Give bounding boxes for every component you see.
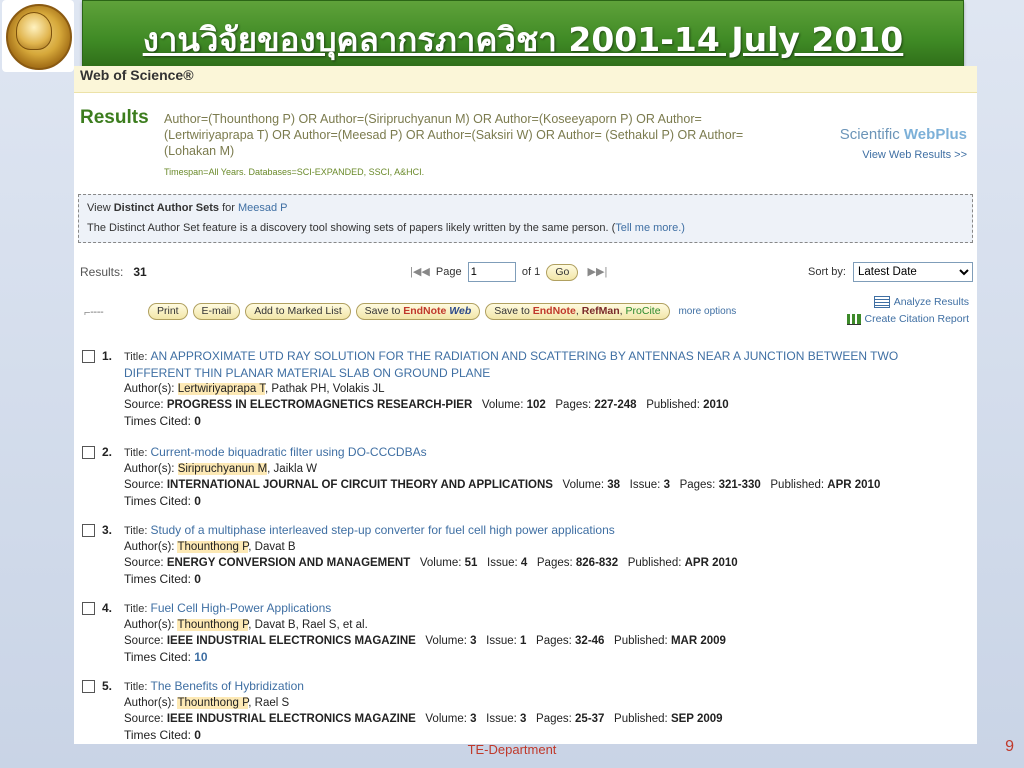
print-button[interactable]: Print	[148, 303, 188, 320]
record-checkbox[interactable]	[82, 524, 95, 537]
seal-emblem	[16, 12, 52, 50]
webplus-logo: Scientific WebPlus	[839, 126, 967, 143]
times-cited-link[interactable]: 10	[194, 650, 207, 664]
sort-by: Sort by: Latest Date	[808, 262, 973, 282]
select-page-icon[interactable]: ⌐╌╌	[84, 306, 104, 319]
slide-title: งานวิจัยของบุคลากรภาควิชา 2001-14 July 2…	[142, 20, 904, 59]
add-to-marked-list-button[interactable]: Add to Marked List	[245, 303, 351, 320]
analyze-results-link[interactable]: Analyze Results	[847, 294, 969, 311]
slide-title-bar: งานวิจัยของบุคลากรภาควิชา 2001-14 July 2…	[82, 0, 964, 68]
record-title-link[interactable]: AN APPROXIMATE UTD RAY SOLUTION FOR THE …	[124, 349, 898, 380]
analyze-icon	[873, 296, 890, 309]
more-options-link[interactable]: more options	[678, 306, 736, 317]
record-title-link[interactable]: Study of a multiphase interleaved step-u…	[151, 523, 615, 537]
search-query: Author=(Thounthong P) OR Author=(Siripru…	[164, 112, 744, 158]
results-count-value: 31	[133, 265, 147, 279]
record-checkbox[interactable]	[82, 350, 95, 363]
distinct-author-sets-box: View Distinct Author Sets for Meesad P T…	[78, 194, 973, 243]
results-count: Results: 31	[80, 265, 147, 279]
create-citation-report-link[interactable]: Create Citation Report	[846, 311, 969, 328]
slide-page-number: 9	[1005, 738, 1014, 755]
wos-header-title: Web of Science®	[80, 67, 194, 83]
record-checkbox[interactable]	[82, 680, 95, 693]
results-heading: Results	[80, 107, 149, 128]
save-to-endnote-web-button[interactable]: Save to EndNote Web	[355, 303, 481, 320]
analysis-links: Analyze Results Create Citation Report	[846, 294, 969, 328]
wos-screenshot-panel: Web of Science® Results Author=(Thountho…	[74, 66, 977, 744]
distinct-line-1: View Distinct Author Sets for Meesad P	[87, 202, 288, 214]
record-title-link[interactable]: The Benefits of Hybridization	[151, 679, 304, 693]
record-title-link[interactable]: Fuel Cell High-Power Applications	[151, 601, 332, 615]
slide-footer: TE-Department	[467, 742, 557, 757]
go-button[interactable]: Go	[546, 263, 579, 281]
distinct-author-sets-link[interactable]: Distinct Author Sets	[114, 202, 219, 214]
scientific-webplus: Scientific WebPlus View Web Results >>	[840, 126, 967, 161]
meesad-author-link[interactable]: Meesad P	[238, 202, 288, 214]
distinct-line-2: The Distinct Author Set feature is a dis…	[87, 222, 685, 234]
view-web-results-link[interactable]: View Web Results >>	[840, 149, 967, 161]
timespan-text: Timespan=All Years. Databases=SCI-EXPAND…	[164, 167, 425, 177]
record-title-link[interactable]: Current-mode biquadratic filter using DO…	[151, 445, 427, 459]
pagination: |◀◀ Page of 1 Go ▶▶|	[410, 262, 607, 282]
record-checkbox[interactable]	[82, 602, 95, 615]
first-prev-page-icon[interactable]: |◀◀	[410, 266, 430, 278]
next-last-page-icon[interactable]: ▶▶|	[588, 266, 608, 278]
save-to-endnote-refman-procite-button[interactable]: Save to EndNote, RefMan, ProCite	[485, 303, 670, 320]
email-button[interactable]: E-mail	[192, 303, 241, 320]
page-number-input[interactable]	[467, 262, 516, 282]
university-seal-logo	[2, 0, 74, 72]
tell-me-more-link[interactable]: Tell me more.	[615, 222, 681, 234]
wos-header: Web of Science®	[74, 66, 977, 93]
output-toolbar: Print E-mail Add to Marked List Save to …	[148, 303, 736, 320]
record-checkbox[interactable]	[82, 446, 95, 459]
sort-by-select[interactable]: Latest Date	[853, 262, 973, 282]
bar-chart-icon	[846, 313, 861, 325]
